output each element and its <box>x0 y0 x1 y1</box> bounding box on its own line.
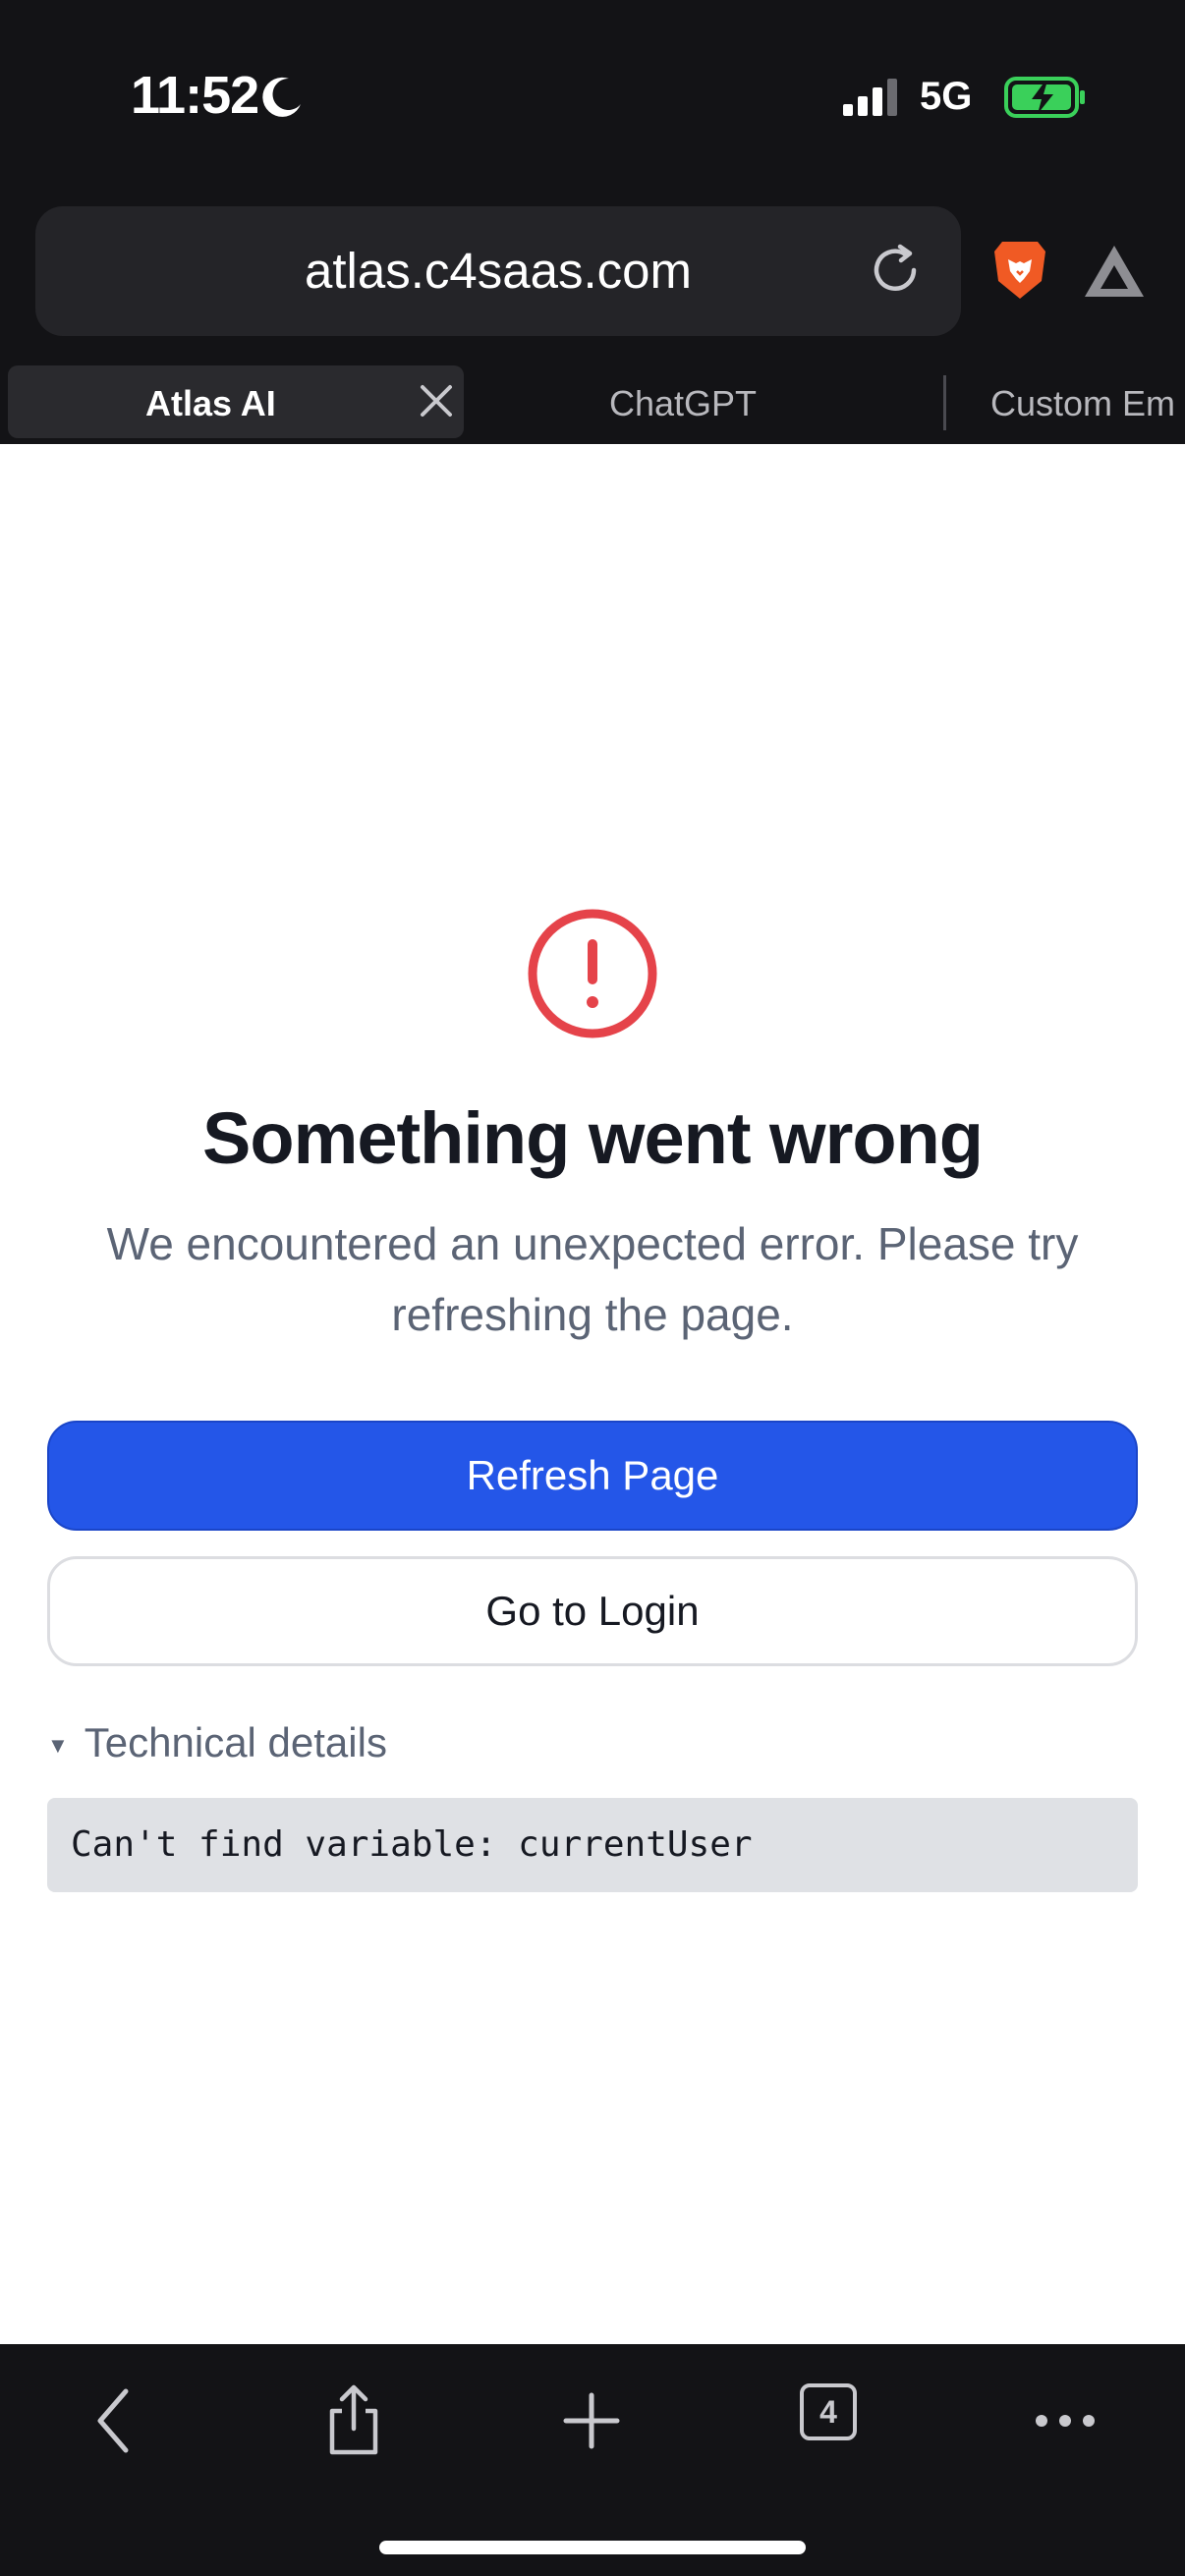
rewards-triangle-icon[interactable] <box>1083 244 1146 299</box>
technical-details-label: Technical details <box>84 1719 387 1765</box>
home-indicator[interactable] <box>379 2541 806 2554</box>
alert-circle-icon <box>528 909 657 1038</box>
signal-icon <box>843 79 897 116</box>
tab-chatgpt[interactable]: ChatGPT <box>521 365 845 438</box>
tab-custom[interactable]: Custom Em <box>973 365 1185 438</box>
tabs-overview-button[interactable]: 4 <box>800 2383 857 2440</box>
browser-bottom-toolbar: 4 <box>0 2344 1185 2576</box>
close-icon[interactable] <box>417 381 456 420</box>
tab-strip: Atlas AI ChatGPT Custom Em <box>0 365 1185 444</box>
caret-down-icon: ▼ <box>47 1732 69 1758</box>
moon-icon <box>262 77 301 117</box>
brave-shields-icon[interactable] <box>990 238 1049 303</box>
network-type: 5G <box>920 75 973 118</box>
address-bar[interactable]: atlas.c4saas.com <box>35 206 961 336</box>
reload-icon[interactable] <box>865 240 926 301</box>
tab-atlas-ai[interactable]: Atlas AI <box>8 365 464 438</box>
new-tab-plus-icon[interactable] <box>552 2381 631 2460</box>
error-details-code: Can't find variable: currentUser <box>47 1798 1138 1892</box>
go-to-login-button[interactable]: Go to Login <box>47 1556 1138 1666</box>
status-time: 11:52 <box>131 66 259 125</box>
error-page: Something went wrong We encountered an u… <box>0 444 1185 2344</box>
error-title: Something went wrong <box>202 1097 984 1179</box>
technical-details-toggle[interactable]: ▼ Technical details <box>47 1719 387 1766</box>
url-text: atlas.c4saas.com <box>304 243 692 299</box>
share-icon[interactable] <box>314 2381 393 2460</box>
tab-label: Custom Em <box>990 383 1176 423</box>
error-message: We encountered an unexpected error. Plea… <box>106 1218 1079 1340</box>
browser-top-chrome: 11:52 5G atlas.c4saas.com Atlas AI ChatG… <box>0 0 1185 444</box>
back-icon[interactable] <box>79 2381 157 2460</box>
tab-label: ChatGPT <box>609 383 758 423</box>
tab-label: Atlas AI <box>145 383 276 423</box>
tab-divider <box>943 375 946 430</box>
battery-icon <box>1004 77 1085 118</box>
more-options-icon[interactable] <box>1026 2381 1104 2460</box>
refresh-page-button[interactable]: Refresh Page <box>47 1421 1138 1531</box>
